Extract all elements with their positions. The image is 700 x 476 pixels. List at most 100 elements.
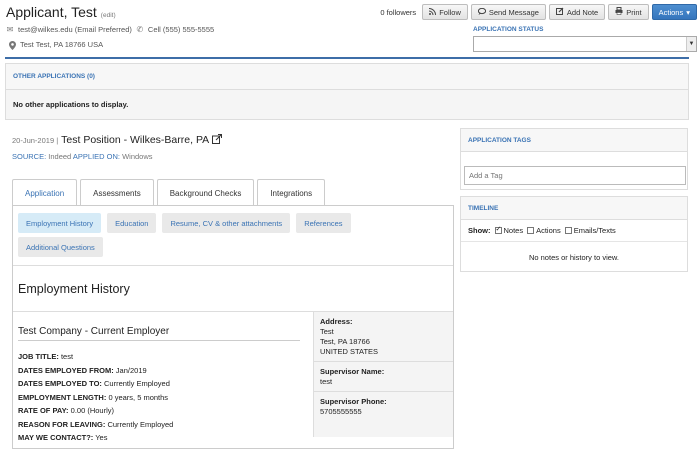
emails-texts-checkbox[interactable] — [564, 227, 572, 234]
envelope-icon: ✉ — [6, 24, 14, 34]
field-row: DATES EMPLOYED FROM: Jan/2019 — [18, 364, 173, 378]
application-tags-panel: APPLICATION TAGS — [460, 128, 688, 190]
follow-label: Follow — [439, 7, 461, 17]
address-line-2: Test, PA 18766 — [320, 337, 370, 346]
applied-on-value: Windows — [122, 152, 153, 161]
timeline-filters: Show: Notes Actions Emails/Texts — [461, 220, 687, 242]
field-row: EMPLOYMENT LENGTH: 0 years, 5 months — [18, 391, 173, 405]
external-link-icon[interactable] — [212, 134, 223, 146]
follow-button[interactable]: Follow — [422, 4, 468, 20]
job-date: 20-Jun-2019 | — [12, 135, 59, 145]
actions-label: Actions — [658, 7, 684, 17]
subtab-additional-questions[interactable]: Additional Questions — [18, 237, 103, 257]
phone-icon: ✆ — [136, 24, 144, 34]
print-label: Print — [626, 7, 642, 17]
print-icon — [615, 7, 623, 17]
applicant-header: Applicant, Test (edit) — [6, 4, 116, 20]
header-divider — [5, 57, 689, 59]
field-label: DATES EMPLOYED TO: — [18, 379, 102, 388]
job-title[interactable]: Test Position - Wilkes-Barre, PA — [61, 134, 209, 146]
actions-dropdown-button[interactable]: Actions ▾ — [651, 4, 697, 20]
source-value: Indeed — [48, 152, 72, 161]
field-value: Currently Employed — [104, 379, 170, 388]
subtab-employment-history[interactable]: Employment History — [18, 213, 102, 233]
supervisor-label: Supervisor Name: — [320, 367, 385, 376]
contact-line: ✉ test@wilkes.edu (Email Preferred) ✆ Ce… — [6, 24, 215, 34]
edit-icon — [555, 7, 564, 17]
field-row: JOB TITLE: test — [18, 350, 173, 364]
employer-details-panel: Address: Test Test, PA 18766 UNITED STAT… — [313, 312, 453, 437]
tab-assessments[interactable]: Assessments — [80, 179, 154, 206]
show-label: Show: — [468, 226, 491, 235]
field-label: DATES EMPLOYED FROM: — [18, 365, 114, 375]
add-note-button[interactable]: Add Note — [548, 4, 606, 20]
supervisor-phone-label: Supervisor Phone: — [320, 397, 387, 406]
print-button[interactable]: Print — [608, 4, 649, 20]
address-line-3: UNITED STATES — [320, 347, 379, 356]
application-tabs: Application Assessments Background Check… — [12, 179, 326, 206]
caret-down-icon: ▾ — [686, 7, 690, 17]
section-title: Employment History — [18, 282, 130, 296]
map-marker-icon — [8, 40, 16, 50]
source-line: SOURCE: Indeed APPLIED ON: Windows — [12, 152, 153, 161]
application-tags-title: APPLICATION TAGS — [461, 129, 687, 152]
field-row: RATE OF PAY: 0.00 (Hourly) — [18, 404, 173, 418]
field-value: test — [60, 352, 74, 361]
application-status-label: APPLICATION STATUS — [473, 26, 544, 33]
tab-background-checks[interactable]: Background Checks — [156, 179, 255, 206]
chat-icon — [477, 7, 486, 17]
field-label: MAY WE CONTACT?: — [18, 433, 94, 442]
supervisor-phone-block: Supervisor Phone: 5705555555 — [314, 392, 453, 421]
cell-text: Cell (555) 555-5555 — [147, 25, 215, 34]
tab-integrations[interactable]: Integrations — [257, 179, 326, 206]
address-block: Address: Test Test, PA 18766 UNITED STAT… — [314, 312, 453, 362]
subtab-education[interactable]: Education — [107, 213, 157, 233]
add-tag-input[interactable] — [464, 166, 686, 185]
subtab-attachments[interactable]: Resume, CV & other attachments — [162, 213, 291, 233]
source-label: SOURCE: — [12, 152, 47, 161]
timeline-title: TIMELINE — [461, 197, 687, 220]
timeline-panel: TIMELINE Show: Notes Actions Emails/Text… — [460, 196, 688, 272]
emails-texts-label: Emails/Texts — [573, 226, 616, 235]
actions-checkbox[interactable] — [527, 227, 535, 234]
supervisor-block: Supervisor Name: test — [314, 362, 453, 392]
field-label: RATE OF PAY: — [18, 406, 69, 415]
supervisor-value: test — [320, 377, 333, 386]
notes-label: Notes — [503, 226, 524, 235]
email-text[interactable]: test@wilkes.edu (Email Preferred) — [18, 25, 132, 34]
other-applications-empty: No other applications to display. — [13, 100, 129, 109]
address-line-1: Test — [320, 327, 334, 336]
field-value: 0 years, 5 months — [108, 392, 169, 402]
notes-checkbox[interactable] — [494, 225, 502, 234]
field-value: Currently Employed — [107, 419, 174, 429]
timeline-empty: No notes or history to view. — [528, 253, 620, 262]
field-row: DATES EMPLOYED TO: Currently Employed — [18, 377, 173, 391]
subtab-references[interactable]: References — [296, 213, 351, 233]
field-value: Yes — [95, 433, 108, 442]
send-message-label: Send Message — [488, 7, 539, 17]
address-line: Test Test, PA 18766 USA — [8, 40, 104, 50]
chevron-down-icon: ▼ — [686, 37, 696, 51]
other-applications-title[interactable]: OTHER APPLICATIONS (0) — [6, 64, 688, 90]
edit-link[interactable]: (edit) — [101, 12, 116, 19]
field-label: EMPLOYMENT LENGTH: — [18, 392, 107, 402]
subtab-divider — [13, 265, 453, 266]
application-status-select[interactable]: ▼ — [473, 36, 697, 52]
address-text: Test Test, PA 18766 USA — [20, 40, 104, 49]
field-label: REASON FOR LEAVING: — [18, 419, 106, 429]
field-row: REASON FOR LEAVING: Currently Employed — [18, 418, 173, 432]
tab-application[interactable]: Application — [12, 179, 78, 206]
add-note-label: Add Note — [566, 7, 599, 17]
send-message-button[interactable]: Send Message — [470, 4, 546, 20]
address-label: Address: — [320, 317, 353, 326]
supervisor-phone-value: 5705555555 — [320, 407, 362, 416]
other-applications-panel: OTHER APPLICATIONS (0) No other applicat… — [5, 63, 689, 120]
top-actions: 0 followers Follow Send Message Add Note… — [380, 4, 697, 20]
application-subtabs: Employment History Education Resume, CV … — [18, 213, 418, 257]
applicant-name: Applicant, Test — [6, 4, 97, 20]
employer-name: Test Company - Current Employer — [18, 326, 170, 337]
followers-count: 0 followers — [380, 7, 417, 17]
job-line: 20-Jun-2019 | Test Position - Wilkes-Bar… — [12, 134, 223, 146]
employment-fields: JOB TITLE: test DATES EMPLOYED FROM: Jan… — [18, 350, 173, 445]
actions-filter-label: Actions — [536, 226, 561, 235]
